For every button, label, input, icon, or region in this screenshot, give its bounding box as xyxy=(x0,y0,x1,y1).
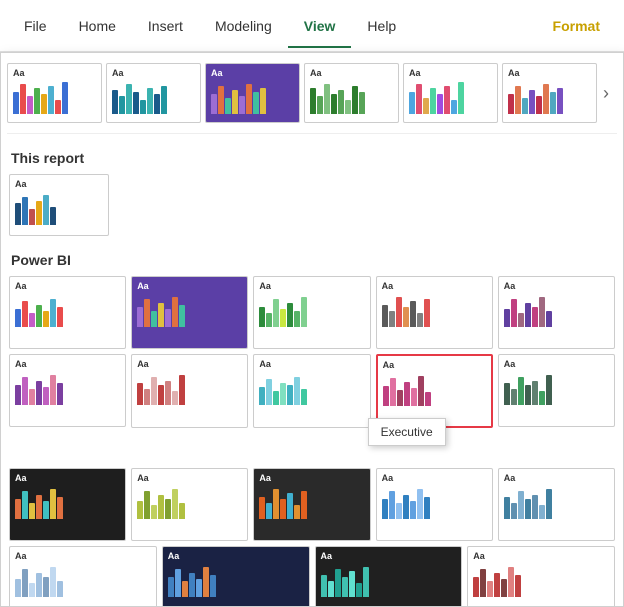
mini-bars-3 xyxy=(211,80,294,114)
mini-bars-2 xyxy=(112,80,195,114)
strip-scroll-right[interactable]: › xyxy=(601,83,611,104)
powerbi-card-4-3[interactable]: Aa xyxy=(315,546,463,607)
theme-card-5[interactable]: Aa xyxy=(403,63,498,123)
powerbi-card-3-3[interactable]: Aa xyxy=(253,468,370,541)
powerbi-card-3-4[interactable]: Aa xyxy=(376,468,493,541)
card-label-2: Aa xyxy=(112,68,195,78)
powerbi-grid-row2: Aa Aa xyxy=(7,354,617,427)
powerbi-card-1-3[interactable]: Aa xyxy=(253,276,370,349)
report-theme-row: Aa xyxy=(7,174,617,236)
card-label-5: Aa xyxy=(409,68,492,78)
powerbi-card-3-2[interactable]: Aa xyxy=(131,468,248,541)
powerbi-card-3-5[interactable]: Aa xyxy=(498,468,615,541)
mini-bars-6 xyxy=(508,80,591,114)
powerbi-card-1-5[interactable]: Aa xyxy=(498,276,615,349)
menu-modeling[interactable]: Modeling xyxy=(199,4,288,48)
report-card-label: Aa xyxy=(15,179,103,189)
this-report-heading: This report xyxy=(7,144,617,174)
menu-file[interactable]: File xyxy=(8,4,63,48)
menu-bar: File Home Insert Modeling View Help Form… xyxy=(0,0,624,52)
card-label-1: Aa xyxy=(13,68,96,78)
executive-tooltip: Executive xyxy=(368,418,446,446)
powerbi-card-3-1[interactable]: Aa xyxy=(9,468,126,541)
theme-card-1[interactable]: Aa xyxy=(7,63,102,123)
powerbi-heading: Power BI xyxy=(7,246,617,276)
card-label-6: Aa xyxy=(508,68,591,78)
powerbi-grid-row4: Aa Aa xyxy=(7,546,617,607)
powerbi-card-2-4[interactable]: Aa Executive xyxy=(376,354,493,427)
powerbi-grid-row3: Aa Aa xyxy=(7,468,617,541)
theme-card-6[interactable]: Aa xyxy=(502,63,597,123)
powerbi-card-1-2[interactable]: Aa xyxy=(131,276,248,349)
menu-view[interactable]: View xyxy=(288,4,352,48)
powerbi-card-2-5[interactable]: Aa xyxy=(498,354,615,427)
powerbi-grid-row1: Aa Aa xyxy=(7,276,617,349)
powerbi-card-2-2[interactable]: Aa xyxy=(131,354,248,427)
powerbi-card-2-3[interactable]: Aa xyxy=(253,354,370,427)
card-label-4: Aa xyxy=(310,68,393,78)
theme-gallery-panel: Aa Aa xyxy=(0,52,624,607)
powerbi-card-4-4[interactable]: Aa xyxy=(467,546,615,607)
report-mini-bars xyxy=(15,191,103,225)
menu-help[interactable]: Help xyxy=(351,4,412,48)
report-theme-card[interactable]: Aa xyxy=(9,174,109,236)
mini-bars-1 xyxy=(13,80,96,114)
powerbi-card-1-1[interactable]: Aa xyxy=(9,276,126,349)
powerbi-card-4-1[interactable]: Aa xyxy=(9,546,157,607)
card-label-3: Aa xyxy=(211,68,294,78)
mini-bars-4 xyxy=(310,80,393,114)
theme-card-2[interactable]: Aa xyxy=(106,63,201,123)
theme-card-3[interactable]: Aa xyxy=(205,63,300,123)
menu-home[interactable]: Home xyxy=(63,4,132,48)
theme-card-4[interactable]: Aa xyxy=(304,63,399,123)
mini-bars-5 xyxy=(409,80,492,114)
top-theme-strip: Aa Aa xyxy=(7,63,617,134)
powerbi-card-2-1[interactable]: Aa xyxy=(9,354,126,427)
menu-format[interactable]: Format xyxy=(537,4,616,48)
powerbi-card-4-2[interactable]: Aa xyxy=(162,546,310,607)
menu-insert[interactable]: Insert xyxy=(132,4,199,48)
powerbi-card-1-4[interactable]: Aa xyxy=(376,276,493,349)
